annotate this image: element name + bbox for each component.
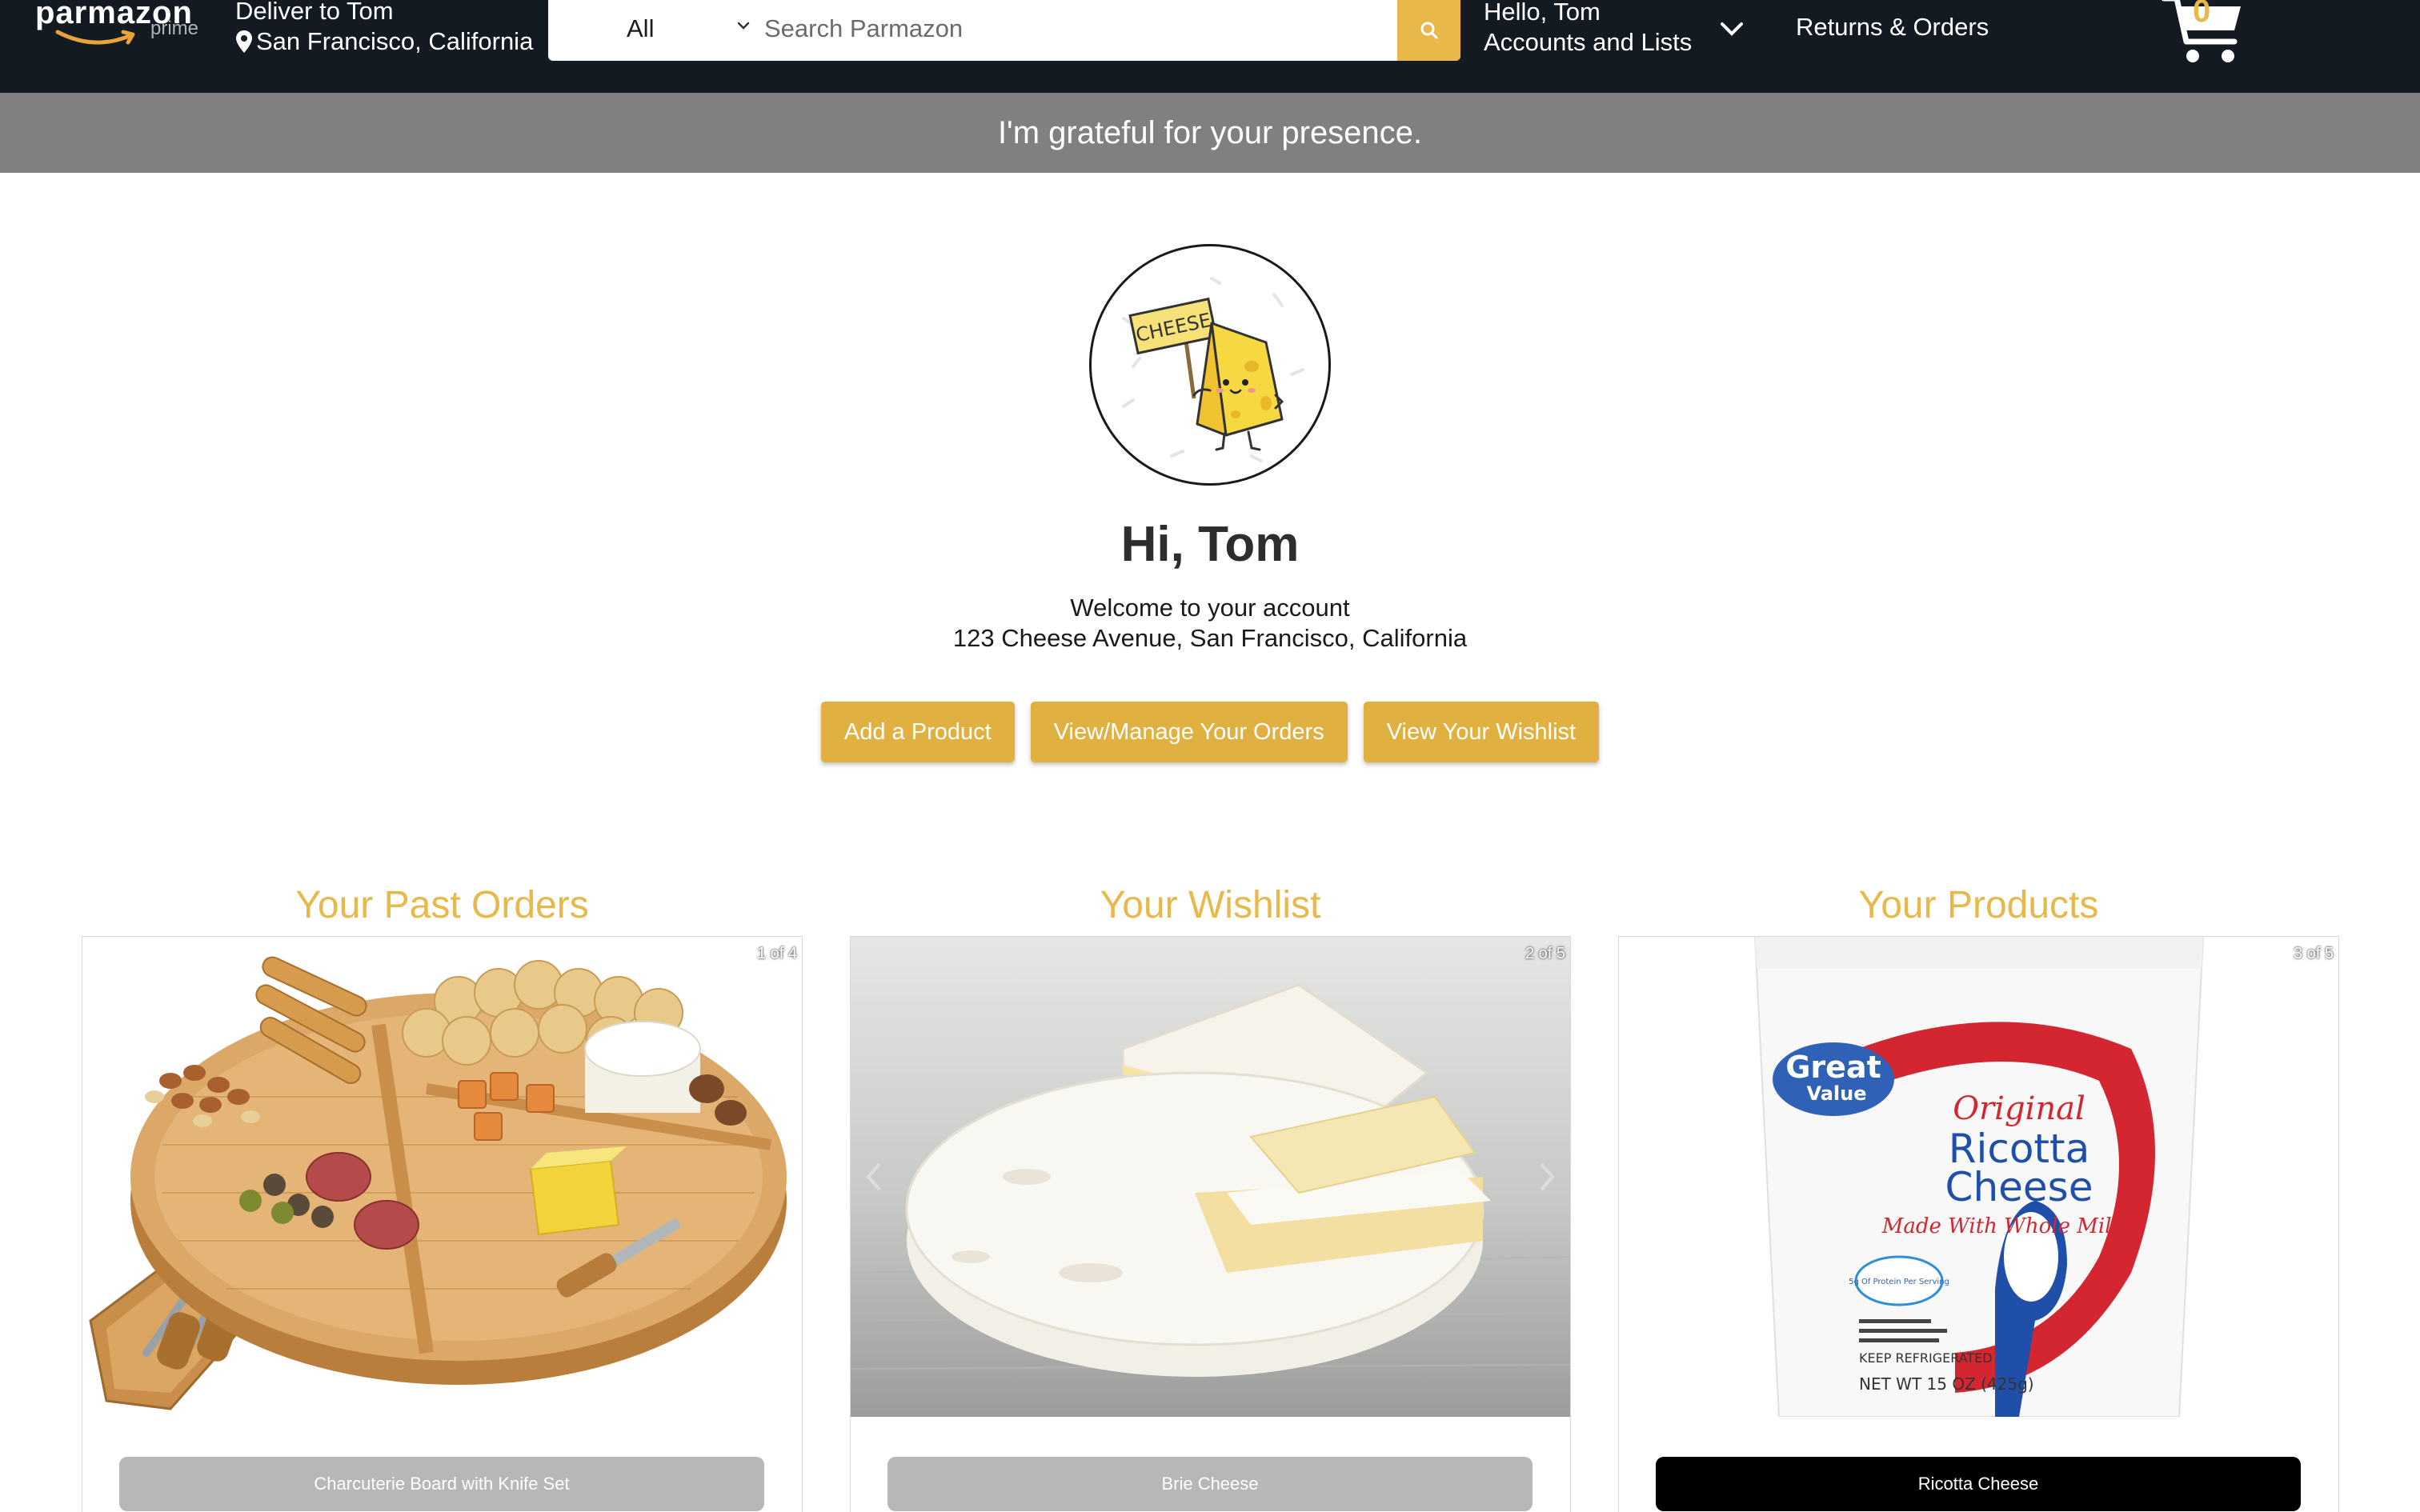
ricotta-tub-illustration: Great Value Original Ricotta Cheese Made… <box>1619 937 2338 1417</box>
tub-subtitle: Made With Whole Milk <box>1881 1214 2125 1238</box>
view-wishlist-button[interactable]: View Your Wishlist <box>1363 702 1600 762</box>
account-actions: Add a Product View/Manage Your Orders Vi… <box>0 702 2420 762</box>
account-chevron-down-icon[interactable] <box>1719 18 1745 40</box>
search-icon <box>1420 22 1437 39</box>
account-greeting-heading: Hi, Tom <box>1120 517 1300 572</box>
welcome-text: Welcome to your account <box>1070 594 1350 622</box>
carousel-prev-arrow-icon[interactable] <box>865 1161 883 1193</box>
add-product-button[interactable]: Add a Product <box>820 702 1015 762</box>
account-lists-label: Accounts and Lists <box>1484 28 1693 56</box>
carousel-item-label[interactable]: Ricotta Cheese <box>1656 1457 2301 1511</box>
manage-orders-button[interactable]: View/Manage Your Orders <box>1030 702 1348 762</box>
search-bar: All <box>548 0 1460 61</box>
tub-brand-line2: Value <box>1806 1082 1866 1105</box>
deliver-location: San Francisco, California <box>235 27 533 56</box>
returns-and-orders[interactable]: Returns & Orders <box>1796 13 1989 42</box>
brie-cheese-image[interactable]: 2 of 5 <box>851 937 1570 1417</box>
past-orders-section: Your Past Orders 1 of 4 Charcuterie Boar… <box>82 883 803 1512</box>
past-orders-carousel[interactable]: 1 of 4 Charcuterie Board with Knife Set <box>82 936 803 1512</box>
charcuterie-board-image[interactable]: 1 of 4 <box>82 937 802 1417</box>
top-nav-bar: parmazon prime Deliver to Tom San Franci… <box>0 0 2420 93</box>
carousel-next-arrow-icon[interactable] <box>1538 1161 1556 1193</box>
tub-protein-badge: 5g Of Protein Per Serving <box>1849 1278 1949 1286</box>
search-button[interactable] <box>1397 0 1460 61</box>
tub-brand-line1: Great <box>1785 1050 1881 1085</box>
account-greeting: Hello, Tom <box>1484 0 1601 26</box>
smile-arrow-icon <box>55 30 135 45</box>
wishlist-carousel[interactable]: 2 of 5 Brie Cheese <box>850 936 1571 1512</box>
message-banner: I'm grateful for your presence. <box>0 93 2420 173</box>
accounts-and-lists[interactable]: Hello, Tom Accounts and Lists <box>1484 0 1692 58</box>
carousel-item-label[interactable]: Brie Cheese <box>887 1457 1533 1511</box>
search-category-select[interactable]: All <box>548 0 750 61</box>
brie-cheese-illustration <box>851 937 1570 1417</box>
deliver-to-label: Deliver to Tom <box>235 0 394 25</box>
charcuterie-board-illustration <box>82 937 802 1417</box>
search-input[interactable] <box>764 6 1316 51</box>
cheese-mascot-image: CHEESE <box>1122 277 1304 462</box>
search-category-label: All <box>627 14 655 42</box>
banner-text: I'm grateful for your presence. <box>997 114 1423 150</box>
logo-prime-text: prime <box>150 18 199 39</box>
deliver-to-location[interactable]: Deliver to Tom San Francisco, California <box>235 0 533 56</box>
cart-button[interactable]: 0 <box>2161 0 2249 69</box>
tub-title-line1: Original <box>1953 1090 2085 1127</box>
wishlist-section: Your Wishlist 2 of 5 Brie Cheese <box>850 883 1571 1512</box>
deliver-city: San Francisco, California <box>256 27 534 55</box>
carousel-counter: 3 of 5 <box>2293 945 2334 962</box>
section-title: Your Wishlist <box>1100 884 1321 926</box>
tub-storage-text: KEEP REFRIGERATED <box>1859 1350 1993 1366</box>
carousel-item-label[interactable]: Charcuterie Board with Knife Set <box>119 1457 764 1511</box>
carousel-counter: 1 of 4 <box>756 945 797 962</box>
products-carousel[interactable]: Great Value Original Ricotta Cheese Made… <box>1618 936 2339 1512</box>
parmazon-logo[interactable]: parmazon prime <box>35 0 211 59</box>
profile-avatar[interactable]: CHEESE <box>1089 244 1331 486</box>
tub-net-weight: NET WT 15 OZ (425g) <box>1859 1374 2034 1394</box>
ricotta-tub-image[interactable]: Great Value Original Ricotta Cheese Made… <box>1619 937 2338 1417</box>
products-section: Your Products Great Value Original Ricot… <box>1618 883 2339 1512</box>
chevron-down-icon <box>737 22 750 30</box>
section-title: Your Products <box>1858 884 2099 926</box>
carousel-counter: 2 of 5 <box>1525 945 1565 962</box>
cart-count: 0 <box>2193 0 2211 29</box>
tub-title-line3: Cheese <box>1945 1164 2093 1210</box>
section-title: Your Past Orders <box>295 884 589 926</box>
location-pin-icon <box>236 30 252 53</box>
account-address: 123 Cheese Avenue, San Francisco, Califo… <box>952 624 1468 652</box>
